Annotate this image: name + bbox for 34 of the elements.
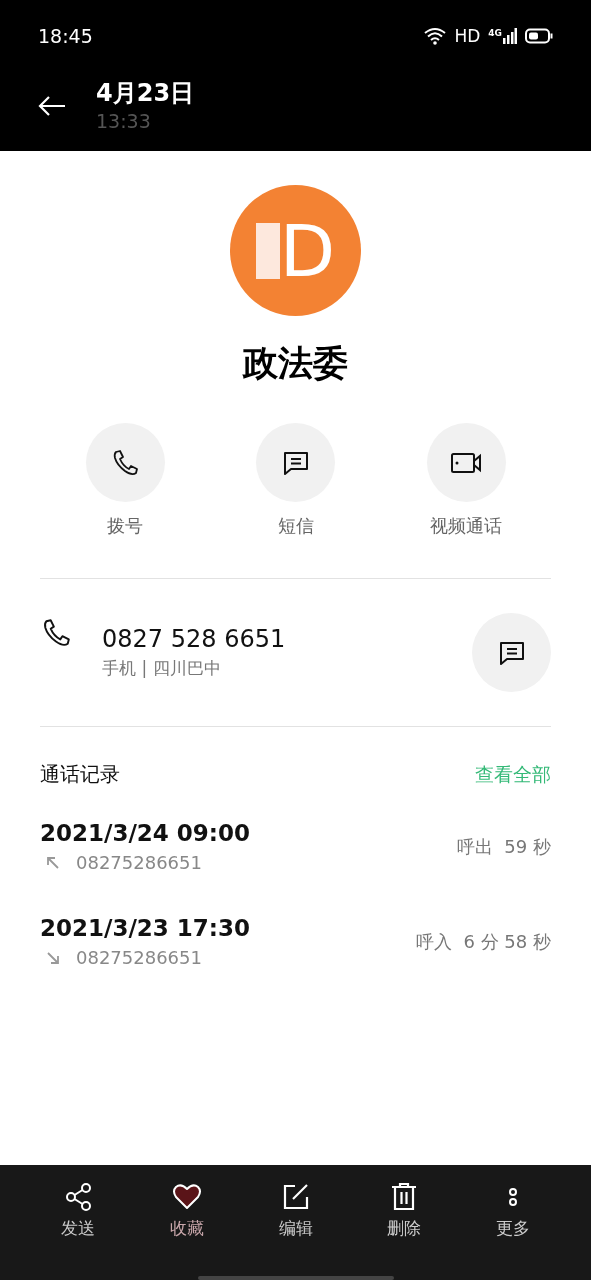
- call-summary: 呼入 6 分 58 秒: [416, 929, 551, 954]
- edit-button[interactable]: 编辑: [247, 1183, 344, 1240]
- delete-button[interactable]: 删除: [356, 1183, 453, 1240]
- call-summary: 呼出 59 秒: [456, 834, 551, 859]
- network-label: HD: [454, 26, 481, 46]
- call-datetime: 2021/3/24 09:00: [40, 820, 251, 846]
- section-title: 通话记录: [40, 761, 120, 788]
- heart-icon: [171, 1183, 202, 1211]
- header-subtitle: 13:33: [96, 109, 152, 134]
- action-label: 拨号: [107, 514, 143, 538]
- more-icon: [508, 1187, 518, 1207]
- favorite-button[interactable]: 收藏: [138, 1183, 235, 1240]
- cell-type-label: 4G: [488, 28, 502, 38]
- battery-icon: [525, 28, 553, 44]
- signal-icon: [503, 28, 517, 44]
- phone-number[interactable]: 0827 528 6651: [102, 625, 472, 653]
- more-button[interactable]: 更多: [465, 1183, 561, 1240]
- action-label: 视频通话: [430, 514, 502, 538]
- video-camera-icon: [450, 450, 482, 475]
- outgoing-arrow-icon: [46, 855, 60, 870]
- status-time: 18:45: [38, 25, 93, 47]
- call-datetime: 2021/3/23 17:30: [40, 915, 251, 941]
- contact-name: 政法委: [241, 342, 349, 385]
- back-button[interactable]: [38, 96, 66, 116]
- call-number: 08275286651: [76, 852, 202, 873]
- share-icon: [63, 1183, 93, 1211]
- share-button[interactable]: 发送: [30, 1183, 126, 1240]
- header-title: 4月23日: [96, 78, 195, 108]
- contact-avatar: D: [230, 185, 361, 316]
- call-number: 08275286651: [76, 947, 202, 968]
- action-label: 短信: [277, 514, 314, 538]
- incoming-arrow-icon: [46, 950, 60, 965]
- wifi-icon: [424, 27, 447, 45]
- phone-detail: 手机 | 四川巴中: [102, 657, 222, 680]
